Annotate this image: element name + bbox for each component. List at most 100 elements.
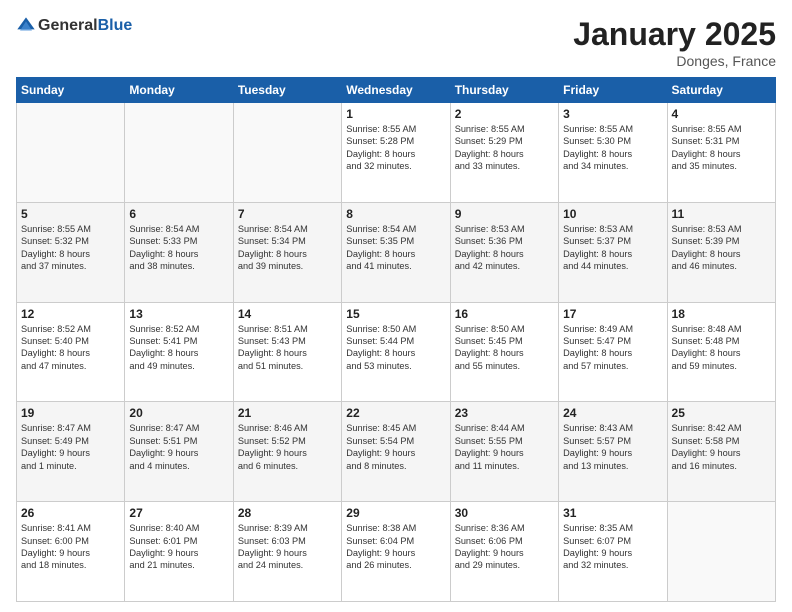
day-info: Sunrise: 8:54 AM Sunset: 5:34 PM Dayligh… <box>238 223 337 273</box>
weekday-header: Saturday <box>667 78 775 103</box>
calendar-cell <box>125 103 233 203</box>
calendar-cell: 4 Sunrise: 8:55 AM Sunset: 5:31 PM Daylig… <box>667 103 775 203</box>
day-info: Sunrise: 8:55 AM Sunset: 5:29 PM Dayligh… <box>455 123 554 173</box>
calendar-cell: 16 Sunrise: 8:50 AM Sunset: 5:45 PM Dayli… <box>450 302 558 402</box>
logo-text: GeneralBlue <box>38 17 132 35</box>
day-number: 17 <box>563 307 662 321</box>
day-number: 30 <box>455 506 554 520</box>
day-info: Sunrise: 8:47 AM Sunset: 5:49 PM Dayligh… <box>21 422 120 472</box>
calendar-cell: 6 Sunrise: 8:54 AM Sunset: 5:33 PM Daylig… <box>125 202 233 302</box>
day-info: Sunrise: 8:39 AM Sunset: 6:03 PM Dayligh… <box>238 522 337 572</box>
calendar-cell: 24 Sunrise: 8:43 AM Sunset: 5:57 PM Dayli… <box>559 402 667 502</box>
day-number: 24 <box>563 406 662 420</box>
calendar-cell: 29 Sunrise: 8:38 AM Sunset: 6:04 PM Dayli… <box>342 502 450 602</box>
calendar-cell: 2Sunrise: 8:55 AM Sunset: 5:29 PM Daylig… <box>450 103 558 203</box>
day-number: 9 <box>455 207 554 221</box>
weekday-header: Thursday <box>450 78 558 103</box>
day-info: Sunrise: 8:47 AM Sunset: 5:51 PM Dayligh… <box>129 422 228 472</box>
calendar-cell: 3Sunrise: 8:55 AM Sunset: 5:30 PM Daylig… <box>559 103 667 203</box>
day-number: 16 <box>455 307 554 321</box>
title-block: January 2025 Donges, France <box>573 16 776 69</box>
day-number: 7 <box>238 207 337 221</box>
calendar-header-row: SundayMondayTuesdayWednesdayThursdayFrid… <box>17 78 776 103</box>
day-number: 31 <box>563 506 662 520</box>
calendar-cell: 30 Sunrise: 8:36 AM Sunset: 6:06 PM Dayli… <box>450 502 558 602</box>
calendar-cell: 18 Sunrise: 8:48 AM Sunset: 5:48 PM Dayli… <box>667 302 775 402</box>
day-info: Sunrise: 8:43 AM Sunset: 5:57 PM Dayligh… <box>563 422 662 472</box>
calendar-cell: 31 Sunrise: 8:35 AM Sunset: 6:07 PM Dayli… <box>559 502 667 602</box>
logo: GeneralBlue <box>16 16 132 36</box>
day-info: Sunrise: 8:50 AM Sunset: 5:44 PM Dayligh… <box>346 323 445 373</box>
day-info: Sunrise: 8:45 AM Sunset: 5:54 PM Dayligh… <box>346 422 445 472</box>
calendar-cell: 19 Sunrise: 8:47 AM Sunset: 5:49 PM Dayli… <box>17 402 125 502</box>
calendar-cell: 27Sunrise: 8:40 AM Sunset: 6:01 PM Dayli… <box>125 502 233 602</box>
calendar-week-row: 19 Sunrise: 8:47 AM Sunset: 5:49 PM Dayli… <box>17 402 776 502</box>
calendar-cell <box>17 103 125 203</box>
day-number: 4 <box>672 107 771 121</box>
logo-general: General <box>38 17 98 34</box>
day-info: Sunrise: 8:42 AM Sunset: 5:58 PM Dayligh… <box>672 422 771 472</box>
calendar-cell: 12Sunrise: 8:52 AM Sunset: 5:40 PM Dayli… <box>17 302 125 402</box>
day-number: 26 <box>21 506 120 520</box>
day-info: Sunrise: 8:38 AM Sunset: 6:04 PM Dayligh… <box>346 522 445 572</box>
day-number: 6 <box>129 207 228 221</box>
day-info: Sunrise: 8:52 AM Sunset: 5:40 PM Dayligh… <box>21 323 120 373</box>
calendar-cell: 20 Sunrise: 8:47 AM Sunset: 5:51 PM Dayli… <box>125 402 233 502</box>
calendar-cell <box>667 502 775 602</box>
day-number: 5 <box>21 207 120 221</box>
day-info: Sunrise: 8:55 AM Sunset: 5:31 PM Dayligh… <box>672 123 771 173</box>
day-number: 11 <box>672 207 771 221</box>
calendar-cell: 25 Sunrise: 8:42 AM Sunset: 5:58 PM Dayli… <box>667 402 775 502</box>
day-info: Sunrise: 8:36 AM Sunset: 6:06 PM Dayligh… <box>455 522 554 572</box>
day-number: 23 <box>455 406 554 420</box>
logo-icon <box>16 16 36 36</box>
day-info: Sunrise: 8:52 AM Sunset: 5:41 PM Dayligh… <box>129 323 228 373</box>
day-number: 14 <box>238 307 337 321</box>
calendar-cell <box>233 103 341 203</box>
day-info: Sunrise: 8:41 AM Sunset: 6:00 PM Dayligh… <box>21 522 120 572</box>
weekday-header: Wednesday <box>342 78 450 103</box>
day-number: 8 <box>346 207 445 221</box>
weekday-header: Friday <box>559 78 667 103</box>
day-info: Sunrise: 8:49 AM Sunset: 5:47 PM Dayligh… <box>563 323 662 373</box>
day-info: Sunrise: 8:48 AM Sunset: 5:48 PM Dayligh… <box>672 323 771 373</box>
calendar-week-row: 12Sunrise: 8:52 AM Sunset: 5:40 PM Dayli… <box>17 302 776 402</box>
day-number: 1 <box>346 107 445 121</box>
day-number: 19 <box>21 406 120 420</box>
day-number: 28 <box>238 506 337 520</box>
calendar-cell: 14 Sunrise: 8:51 AM Sunset: 5:43 PM Dayli… <box>233 302 341 402</box>
day-number: 25 <box>672 406 771 420</box>
day-info: Sunrise: 8:53 AM Sunset: 5:36 PM Dayligh… <box>455 223 554 273</box>
day-number: 13 <box>129 307 228 321</box>
calendar-cell: 7 Sunrise: 8:54 AM Sunset: 5:34 PM Daylig… <box>233 202 341 302</box>
weekday-header: Monday <box>125 78 233 103</box>
day-info: Sunrise: 8:54 AM Sunset: 5:33 PM Dayligh… <box>129 223 228 273</box>
day-info: Sunrise: 8:55 AM Sunset: 5:30 PM Dayligh… <box>563 123 662 173</box>
logo-blue: Blue <box>98 17 133 34</box>
calendar-table: SundayMondayTuesdayWednesdayThursdayFrid… <box>16 77 776 602</box>
calendar-cell: 1Sunrise: 8:55 AM Sunset: 5:28 PM Daylig… <box>342 103 450 203</box>
calendar-week-row: 26 Sunrise: 8:41 AM Sunset: 6:00 PM Dayli… <box>17 502 776 602</box>
day-info: Sunrise: 8:35 AM Sunset: 6:07 PM Dayligh… <box>563 522 662 572</box>
calendar-cell: 9 Sunrise: 8:53 AM Sunset: 5:36 PM Daylig… <box>450 202 558 302</box>
calendar-cell: 8Sunrise: 8:54 AM Sunset: 5:35 PM Daylig… <box>342 202 450 302</box>
calendar-cell: 23Sunrise: 8:44 AM Sunset: 5:55 PM Dayli… <box>450 402 558 502</box>
calendar-week-row: 5 Sunrise: 8:55 AM Sunset: 5:32 PM Daylig… <box>17 202 776 302</box>
day-number: 22 <box>346 406 445 420</box>
calendar-cell: 10Sunrise: 8:53 AM Sunset: 5:37 PM Dayli… <box>559 202 667 302</box>
day-number: 18 <box>672 307 771 321</box>
calendar-cell: 22 Sunrise: 8:45 AM Sunset: 5:54 PM Dayli… <box>342 402 450 502</box>
calendar-week-row: 1Sunrise: 8:55 AM Sunset: 5:28 PM Daylig… <box>17 103 776 203</box>
day-info: Sunrise: 8:51 AM Sunset: 5:43 PM Dayligh… <box>238 323 337 373</box>
day-info: Sunrise: 8:53 AM Sunset: 5:37 PM Dayligh… <box>563 223 662 273</box>
header: GeneralBlue January 2025 Donges, France <box>16 16 776 69</box>
day-number: 29 <box>346 506 445 520</box>
day-info: Sunrise: 8:46 AM Sunset: 5:52 PM Dayligh… <box>238 422 337 472</box>
day-info: Sunrise: 8:50 AM Sunset: 5:45 PM Dayligh… <box>455 323 554 373</box>
calendar-cell: 13 Sunrise: 8:52 AM Sunset: 5:41 PM Dayli… <box>125 302 233 402</box>
day-info: Sunrise: 8:40 AM Sunset: 6:01 PM Dayligh… <box>129 522 228 572</box>
weekday-header: Sunday <box>17 78 125 103</box>
location-label: Donges, France <box>573 53 776 69</box>
day-number: 20 <box>129 406 228 420</box>
day-info: Sunrise: 8:55 AM Sunset: 5:32 PM Dayligh… <box>21 223 120 273</box>
